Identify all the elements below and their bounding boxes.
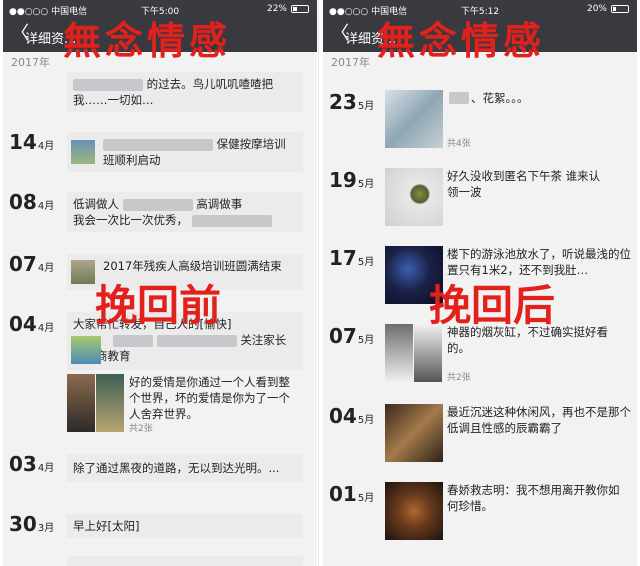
post-date: 074月 xyxy=(9,252,54,276)
post-date: 084月 xyxy=(9,190,54,214)
post-text: 2017年残疾人高级培训班圆满结束 xyxy=(103,259,282,273)
photo-thumbnail[interactable] xyxy=(385,404,443,462)
post-date: 303月 xyxy=(9,512,54,536)
post-text-top[interactable]: 的过去。鸟儿叽叽喳喳把我……一切如… xyxy=(67,72,303,112)
year-label: 2017年 xyxy=(11,56,50,69)
post-month: 4月 xyxy=(37,263,55,274)
divider xyxy=(318,0,319,566)
post-text: 春娇救志明：我不想用离开教你如何珍惜。 xyxy=(447,483,620,513)
post-date: 044月 xyxy=(9,312,54,336)
post-day: 19 xyxy=(329,168,357,192)
post-month: 5月 xyxy=(357,101,375,112)
year-label: 2017年 xyxy=(331,56,370,69)
link-thumbnail xyxy=(71,140,95,164)
blurred-text xyxy=(449,92,469,104)
post-day: 30 xyxy=(9,512,37,536)
post-month: 5月 xyxy=(357,257,375,268)
post-text: 除了通过黑夜的道路，无以到达光明。... xyxy=(73,461,280,475)
photo-thumbnail[interactable] xyxy=(96,374,124,432)
battery-percent: 20% xyxy=(586,4,607,14)
post-month: 4月 xyxy=(37,463,55,474)
blurred-text xyxy=(103,138,213,151)
before-screenshot: ●●○○○ 中国电信 下午5:00 22% 〈 详细资... 無念情感 2017… xyxy=(3,0,317,566)
shared-link[interactable]: 保健按摩培训班顺利启动 xyxy=(67,132,303,172)
post-text: 早上好[太阳] xyxy=(73,519,140,533)
post-month: 5月 xyxy=(357,335,375,346)
photo-thumbnail[interactable] xyxy=(385,482,443,540)
overlay-label: 挽回后 xyxy=(429,281,556,330)
post-day: 23 xyxy=(329,90,357,114)
post-month: 5月 xyxy=(357,179,375,190)
post-month: 4月 xyxy=(37,201,55,212)
photo-count: 共2张 xyxy=(129,424,153,434)
post-date: 144月 xyxy=(9,130,54,154)
post-date: 195月 xyxy=(329,168,374,192)
post-text-box[interactable] xyxy=(67,556,303,566)
post-month: 4月 xyxy=(37,141,55,152)
post-text: 好的爱情是你通过一个人看到整个世界，坏的爱情是你为了一个人舍弃世界。 xyxy=(129,375,290,421)
battery-percent: 22% xyxy=(266,4,287,14)
blurred-text xyxy=(73,78,143,91)
post-text: 最近沉迷这种休闲风，再也不是那个低调且性感的辰霸霸了 xyxy=(447,405,631,435)
photo-count: 共2张 xyxy=(447,373,471,383)
post-text: 、花絮。。。 xyxy=(471,91,529,105)
photo-thumbnail[interactable] xyxy=(385,168,443,226)
post-date: 075月 xyxy=(329,324,374,348)
battery-icon xyxy=(611,5,629,13)
post-month: 5月 xyxy=(357,493,375,504)
blurred-text xyxy=(113,334,153,347)
post-text: 高调做事 xyxy=(196,197,243,211)
post-date: 015月 xyxy=(329,482,374,506)
post-date: 045月 xyxy=(329,404,374,428)
post-date: 034月 xyxy=(9,452,54,476)
post-day: 07 xyxy=(9,252,37,276)
post-date: 175月 xyxy=(329,246,374,270)
watermark-logo: 無念情感 xyxy=(63,18,232,63)
post-text-box[interactable]: 低调做人 高调做事 我会一次比一次优秀， xyxy=(67,192,303,232)
post-day: 14 xyxy=(9,130,37,154)
post-text-box[interactable]: 除了通过黑夜的道路，无以到达光明。... xyxy=(67,454,303,482)
photo-count: 共4张 xyxy=(447,139,471,149)
link-thumbnail xyxy=(71,260,95,284)
post-month: 3月 xyxy=(37,523,55,534)
battery-icon xyxy=(291,5,309,13)
post-day: 03 xyxy=(9,452,37,476)
photo-thumbnail[interactable] xyxy=(385,324,413,382)
post-date: 235月 xyxy=(329,90,374,114)
post-day: 04 xyxy=(329,404,357,428)
link-thumbnail xyxy=(71,336,101,364)
post-text-box[interactable]: 早上好[太阳] xyxy=(67,514,303,538)
after-screenshot: ●●○○○ 中国电信 下午5:12 20% 〈 详细资... 無念情感 2017… xyxy=(323,0,637,566)
blurred-text xyxy=(156,334,237,347)
post-day: 08 xyxy=(9,190,37,214)
blurred-text xyxy=(122,198,193,211)
post-text: 好久没收到匿名下午茶 谁来认领一波 xyxy=(447,169,601,199)
blurred-text xyxy=(191,214,272,227)
photo-thumbnail[interactable] xyxy=(67,374,95,432)
post-day: 04 xyxy=(9,312,37,336)
post-day: 17 xyxy=(329,246,357,270)
post-day: 07 xyxy=(329,324,357,348)
post-month: 5月 xyxy=(357,415,375,426)
overlay-label: 挽回前 xyxy=(95,281,222,330)
watermark-logo: 無念情感 xyxy=(377,18,546,63)
post-text: 低调做人 xyxy=(73,197,119,211)
post-month: 4月 xyxy=(37,323,55,334)
post-text: 我会一次比一次优秀， xyxy=(73,213,188,227)
post-day: 01 xyxy=(329,482,357,506)
photo-thumbnail[interactable] xyxy=(385,90,443,148)
